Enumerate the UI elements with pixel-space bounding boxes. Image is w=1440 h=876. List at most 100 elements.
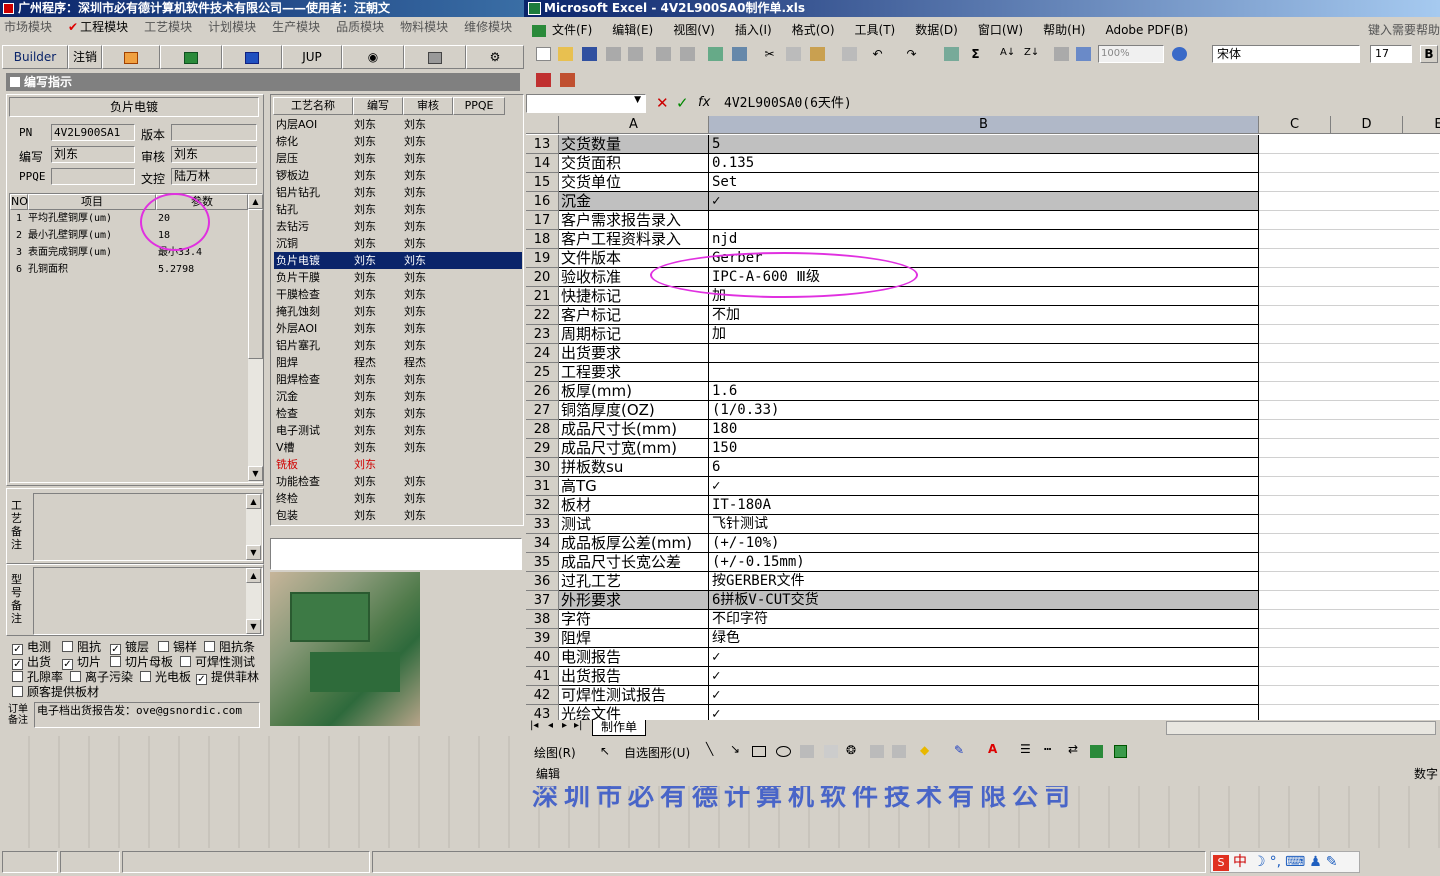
cell-c[interactable] — [1259, 249, 1439, 268]
redo-icon[interactable]: ↷ — [904, 47, 919, 61]
row-header[interactable]: 19 — [526, 249, 559, 268]
cell-c[interactable] — [1259, 135, 1439, 154]
namebox-dropdown-icon[interactable]: ▼ — [634, 95, 641, 105]
checkbox-provide-film[interactable]: ✓ 提供菲林 — [196, 670, 259, 685]
checkbox-electric-test[interactable]: ✓ 电测 — [12, 640, 51, 655]
menu-quality[interactable]: 品质模块 — [336, 20, 384, 34]
menu-help[interactable]: 帮助(H) — [1043, 23, 1085, 37]
row-header[interactable]: 26 — [526, 382, 559, 401]
cell-c[interactable] — [1259, 287, 1439, 306]
row-header[interactable]: 40 — [526, 648, 559, 667]
ime-punct-icon[interactable]: °, — [1270, 854, 1281, 870]
row-header[interactable]: 15 — [526, 173, 559, 192]
arrow-style-icon[interactable]: ⇄ — [1068, 742, 1078, 756]
process-row[interactable]: 内层AOI 刘东 刘东 — [274, 116, 522, 133]
process-row[interactable]: 铣板 刘东 — [274, 456, 522, 473]
cell-c[interactable] — [1259, 496, 1439, 515]
cell-a[interactable]: 电测报告 — [559, 648, 709, 667]
cell-a[interactable]: 出货要求 — [559, 344, 709, 363]
menu-window[interactable]: 窗口(W) — [978, 23, 1023, 37]
format-painter-icon[interactable] — [842, 47, 857, 61]
checkbox-plating[interactable]: ✓ 镀层 — [110, 640, 149, 655]
settings-button[interactable]: ⚙ — [466, 45, 524, 69]
checkbox-tin-sample[interactable]: 锡样 — [158, 640, 197, 654]
process-row[interactable]: 铝片塞孔 刘东 刘东 — [274, 337, 522, 354]
cell-c[interactable] — [1259, 382, 1439, 401]
scroll-up-icon[interactable]: ▲ — [246, 494, 261, 509]
process-detail-field[interactable] — [270, 538, 522, 570]
cell-b[interactable]: (1/0.33) — [709, 401, 1259, 420]
view-button[interactable]: ◉ — [342, 45, 404, 69]
cell-c[interactable] — [1259, 420, 1439, 439]
param-scrollbar[interactable]: ▲ ▼ — [248, 194, 263, 482]
wordart-icon[interactable] — [824, 745, 838, 758]
note-scrollbar[interactable]: ▲ ▼ — [246, 568, 261, 634]
row-header[interactable]: 27 — [526, 401, 559, 420]
cell-b[interactable]: 150 — [709, 439, 1259, 458]
cell-a[interactable]: 过孔工艺 — [559, 572, 709, 591]
process-note-field[interactable]: ▲ ▼ — [33, 493, 263, 561]
ime-bar[interactable]: S 中 ☽ °, ⌨ ♟ ✎ — [1210, 851, 1360, 873]
cell-b[interactable]: 0.135 — [709, 154, 1259, 173]
cell-b[interactable]: (+/-0.15mm) — [709, 553, 1259, 572]
row-header[interactable]: 16 — [526, 192, 559, 211]
builder-button[interactable]: Builder — [2, 45, 68, 69]
sheet-tab-active[interactable]: 制作单 — [592, 720, 646, 736]
cell-a[interactable]: 周期标记 — [559, 325, 709, 344]
row-header[interactable]: 35 — [526, 553, 559, 572]
shadow-icon[interactable] — [1090, 745, 1103, 758]
cell-a[interactable]: 板厚(mm) — [559, 382, 709, 401]
process-row[interactable]: 检查 刘东 刘东 — [274, 405, 522, 422]
diagram-icon[interactable]: ❂ — [846, 743, 856, 757]
chart-wizard-icon[interactable] — [1054, 47, 1069, 61]
row-header[interactable]: 41 — [526, 667, 559, 686]
cell-b[interactable]: njd — [709, 230, 1259, 249]
pdf-email-icon[interactable] — [560, 73, 575, 87]
row-header[interactable]: 21 — [526, 287, 559, 306]
cell-a[interactable]: 光绘文件 — [559, 705, 709, 720]
3d-icon[interactable] — [1114, 745, 1127, 758]
cell-c[interactable] — [1259, 154, 1439, 173]
preview-icon[interactable] — [680, 47, 695, 61]
cell-b[interactable]: ✓ — [709, 667, 1259, 686]
cell-a[interactable]: 成品尺寸长(mm) — [559, 420, 709, 439]
cell-a[interactable]: 交货数量 — [559, 135, 709, 154]
cell-c[interactable] — [1259, 553, 1439, 572]
process-row[interactable]: 外层AOI 刘东 刘东 — [274, 320, 522, 337]
param-col-no[interactable]: NO — [10, 194, 28, 210]
row-header[interactable]: 39 — [526, 629, 559, 648]
row-header[interactable]: 20 — [526, 268, 559, 287]
cell-c[interactable] — [1259, 648, 1439, 667]
col-header-e[interactable]: E — [1403, 116, 1440, 134]
row-header[interactable]: 22 — [526, 306, 559, 325]
new-icon[interactable] — [536, 47, 551, 61]
cell-b[interactable] — [709, 363, 1259, 382]
cell-a[interactable]: 客户标记 — [559, 306, 709, 325]
menu-repair[interactable]: 维修模块 — [464, 20, 512, 34]
version-field[interactable] — [171, 124, 257, 141]
menu-data[interactable]: 数据(D) — [915, 23, 958, 37]
row-header[interactable]: 34 — [526, 534, 559, 553]
drawing-toggle-icon[interactable] — [1076, 47, 1091, 61]
cell-c[interactable] — [1259, 667, 1439, 686]
cell-b[interactable]: ✓ — [709, 192, 1259, 211]
row-header[interactable]: 33 — [526, 515, 559, 534]
row-header[interactable]: 17 — [526, 211, 559, 230]
picture-icon[interactable] — [892, 745, 906, 758]
cell-b[interactable]: IT-180A — [709, 496, 1259, 515]
fill-color-icon[interactable]: ◆ — [920, 743, 929, 757]
cell-b[interactable]: ✓ — [709, 477, 1259, 496]
print-icon[interactable] — [656, 47, 671, 61]
cell-b[interactable] — [709, 344, 1259, 363]
scroll-up-icon[interactable]: ▲ — [248, 194, 263, 209]
dash-style-icon[interactable]: ┅ — [1044, 742, 1051, 756]
ime-wrench-icon[interactable]: ✎ — [1326, 854, 1338, 870]
ime-moon-icon[interactable]: ☽ — [1253, 854, 1266, 870]
cell-a[interactable]: 板材 — [559, 496, 709, 515]
cell-a[interactable]: 字符 — [559, 610, 709, 629]
row-header[interactable]: 30 — [526, 458, 559, 477]
col-header-d[interactable]: D — [1331, 116, 1403, 134]
function-icon[interactable]: fx — [698, 95, 710, 110]
ime-user-icon[interactable]: ♟ — [1309, 854, 1322, 870]
cell-c[interactable] — [1259, 306, 1439, 325]
